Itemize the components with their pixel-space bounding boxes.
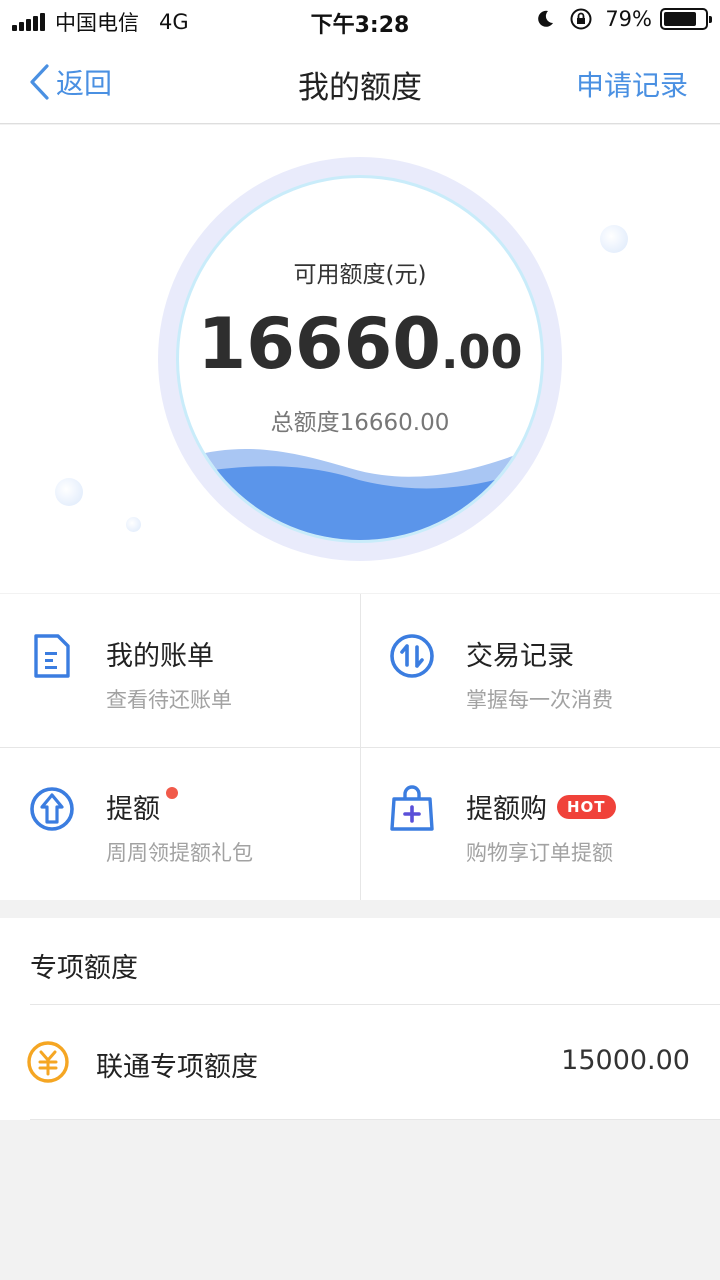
grid-item-bills[interactable]: 我的账单 查看待还账单 <box>0 594 360 747</box>
decor-bubble <box>600 225 628 253</box>
special-credit-section: 专项额度 联通专项额度 15000.00 <box>0 918 720 1120</box>
battery-percent: 79% <box>605 7 652 31</box>
status-bar: 中国电信 4G 下午3:28 79% <box>0 0 720 40</box>
total-credit-label: 总额度16660.00 <box>270 410 450 436</box>
notification-dot <box>166 786 178 799</box>
grid-item-raise-limit[interactable]: 提额 周周领提额礼包 <box>0 747 360 900</box>
hot-badge: HOT <box>557 794 616 819</box>
application-records-link[interactable]: 申请记录 <box>576 64 688 104</box>
available-amount-integer: 16660 <box>197 303 442 385</box>
grid-item-title: 提额购 <box>466 794 547 825</box>
grid-item-title: 我的账单 <box>106 641 214 672</box>
special-credit-value: 15000.00 <box>561 1045 690 1076</box>
section-title: 专项额度 <box>30 953 138 984</box>
yuan-coin-icon <box>27 1041 69 1083</box>
credit-hero: 可用额度(元) 16660.00 总额度16660.00 <box>0 125 720 593</box>
feature-grid: 我的账单 查看待还账单 交易记录 掌握每一次消费 提额 周周领提额礼包 提额购 … <box>0 594 720 900</box>
wave-graphic <box>179 445 541 540</box>
page: 中国电信 4G 下午3:28 79% 返回 我的额度 申请记录 可用额度(元) … <box>0 0 720 1280</box>
available-credit-label: 可用额度(元) <box>293 262 427 288</box>
grid-item-transactions[interactable]: 交易记录 掌握每一次消费 <box>360 594 720 747</box>
divider <box>30 1119 720 1120</box>
transaction-icon <box>390 634 434 678</box>
decor-bubble <box>126 517 141 532</box>
grid-item-subtitle: 周周领提额礼包 <box>106 841 253 865</box>
grid-item-subtitle: 掌握每一次消费 <box>466 688 613 712</box>
shopping-bag-icon <box>390 785 434 831</box>
special-credit-name: 联通专项额度 <box>96 1052 258 1083</box>
available-credit-amount: 16660.00 <box>0 303 720 385</box>
decor-bubble <box>55 478 83 506</box>
rotation-lock-icon <box>570 8 592 30</box>
grid-item-title: 交易记录 <box>466 641 574 672</box>
available-amount-decimal: .00 <box>441 325 523 379</box>
nav-bar: 返回 我的额度 申请记录 <box>0 40 720 124</box>
grid-item-subtitle: 查看待还账单 <box>106 688 232 712</box>
moon-icon <box>538 10 554 27</box>
battery-icon <box>660 8 712 30</box>
bill-icon <box>34 634 70 678</box>
grid-item-title: 提额 <box>106 794 160 825</box>
grid-item-subtitle: 购物享订单提额 <box>466 841 613 865</box>
special-credit-row[interactable]: 联通专项额度 15000.00 <box>0 1005 720 1119</box>
grid-item-raise-shopping[interactable]: 提额购 HOT 购物享订单提额 <box>360 747 720 900</box>
raise-limit-icon <box>30 787 74 831</box>
